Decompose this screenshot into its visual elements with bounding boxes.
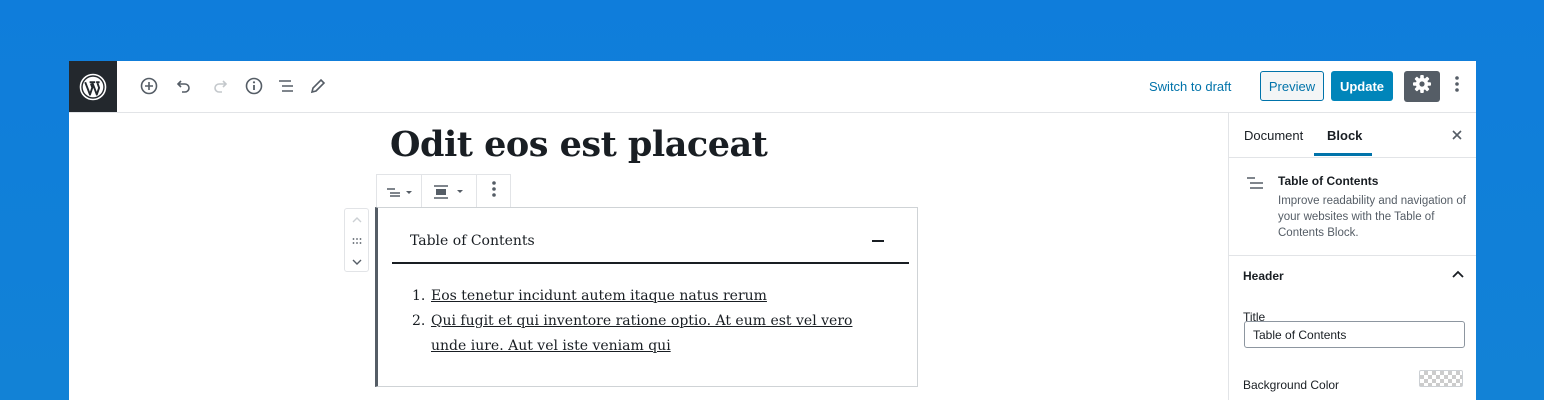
background-color-swatch[interactable] [1419,370,1463,387]
toc-item: 2. Qui fugit et qui inventore ratione op… [398,309,878,359]
toc-item: 1. Eos tenetur incidunt autem itaque nat… [398,284,878,309]
header-panel-toggle[interactable]: Header [1229,256,1476,296]
block-card: Table of Contents Improve readability an… [1229,158,1476,256]
toc-item-link[interactable]: Eos tenetur incidunt autem itaque natus … [431,288,767,304]
close-icon[interactable] [1448,126,1466,144]
toc-heading: Table of Contents [410,233,535,249]
tab-document[interactable]: Document [1244,128,1303,143]
collapse-toc-icon[interactable] [870,233,886,249]
toc-item-link[interactable]: Qui fugit et qui inventore ratione optio… [431,313,852,354]
block-more-options[interactable] [477,175,510,208]
active-tab-indicator [1314,153,1372,156]
info-icon[interactable] [242,74,266,98]
tab-block[interactable]: Block [1327,128,1362,143]
switch-to-draft-link[interactable]: Switch to draft [1149,79,1231,94]
editor-window: Switch to draft Preview Update Odit eos … [69,61,1476,400]
toc-item-number: 2. [412,313,426,329]
settings-button[interactable] [1404,71,1440,102]
move-up-icon[interactable] [345,209,368,230]
add-block-icon[interactable] [137,74,161,98]
preview-button[interactable]: Preview [1260,71,1324,101]
block-toolbar [376,174,511,208]
block-type-switcher[interactable] [377,175,422,208]
toc-divider [392,262,909,264]
background-color-label: Background Color [1243,378,1340,392]
table-of-contents-block[interactable]: Table of Contents 1. Eos tenetur incidun… [375,207,918,387]
redo-icon[interactable] [208,74,232,98]
gear-icon [1412,74,1432,99]
block-card-title: Table of Contents [1278,174,1379,188]
more-options-button[interactable] [1446,74,1468,98]
block-mover [344,208,369,272]
update-button[interactable]: Update [1331,71,1393,101]
sidebar-tabs: Document Block [1229,113,1476,158]
table-of-contents-icon [1246,176,1264,194]
header-panel-title: Header [1243,269,1284,283]
block-align-dropdown[interactable] [422,175,477,208]
vertical-ellipsis-icon [491,180,497,203]
undo-icon[interactable] [172,74,196,98]
editor-header: Switch to draft Preview Update [69,61,1476,113]
vertical-ellipsis-icon [1454,75,1460,98]
title-field-input[interactable] [1244,321,1465,348]
toc-list: 1. Eos tenetur incidunt autem itaque nat… [398,284,878,359]
wordpress-logo-icon[interactable] [69,61,117,112]
move-down-icon[interactable] [345,251,368,272]
drag-handle-icon[interactable] [345,230,368,251]
chevron-up-icon [1451,268,1465,282]
toc-item-number: 1. [412,288,426,304]
block-card-description: Improve readability and navigation of yo… [1278,195,1466,239]
post-title[interactable]: Odit eos est placeat [390,124,768,165]
edit-tools-icon[interactable] [306,74,330,98]
block-navigation-icon[interactable] [274,74,298,98]
settings-sidebar: Document Block Table of Contents Improve… [1228,113,1476,400]
